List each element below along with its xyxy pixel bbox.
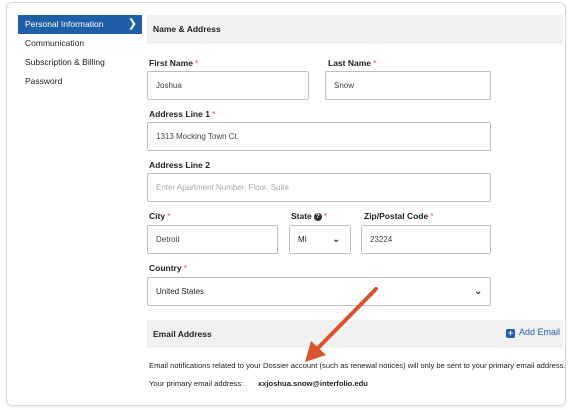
last-name-label: Last Name *	[328, 58, 377, 68]
email-notice-text: Email notifications related to your Doss…	[149, 361, 566, 370]
country-selected-value: United States	[156, 287, 205, 296]
sidebar-item-label: Subscription & Billing	[25, 57, 105, 67]
chevron-down-icon: ⌄	[474, 286, 483, 297]
chevron-right-icon: ❯	[127, 18, 137, 30]
country-select[interactable]: United States ⌄	[147, 277, 491, 306]
sidebar-item-personal-information[interactable]: Personal Information ❯	[18, 15, 142, 34]
chevron-down-icon: ⌄	[332, 234, 341, 245]
sidebar-item-communication[interactable]: Communication	[18, 34, 142, 53]
city-field[interactable]	[147, 225, 278, 254]
sidebar-item-label: Communication	[25, 38, 85, 48]
zip-field[interactable]	[361, 225, 491, 254]
primary-email-label: Your primary email address:	[149, 379, 244, 388]
address-line-1-field[interactable]	[147, 122, 491, 151]
sidebar-item-password[interactable]: Password	[18, 72, 142, 91]
section-title: Name & Address	[153, 24, 221, 34]
sidebar-item-label: Password	[25, 76, 63, 86]
state-select[interactable]: MI ⌄	[289, 225, 351, 254]
primary-email-value: xxjoshua.snow@interfolio.edu	[258, 379, 368, 388]
state-selected-value: MI	[298, 235, 307, 244]
first-name-field[interactable]	[147, 71, 309, 100]
section-header-email-address: Email Address	[147, 320, 563, 348]
sidebar-item-subscription-billing[interactable]: Subscription & Billing	[18, 53, 142, 72]
state-label: State? *	[291, 211, 328, 221]
section-title: Email Address	[153, 329, 212, 339]
zip-label: Zip/Postal Code *	[364, 211, 434, 221]
add-email-label: Add Email	[519, 327, 561, 337]
sidebar-nav: Personal Information ❯ Communication Sub…	[18, 15, 142, 91]
city-label: City *	[149, 211, 171, 221]
sidebar-item-label: Personal Information	[25, 19, 104, 29]
address-line-1-label: Address Line 1 *	[149, 109, 216, 119]
question-circle-icon[interactable]: ?	[313, 213, 322, 221]
plus-square-icon: +	[506, 328, 515, 338]
add-email-button[interactable]: + Add Email	[506, 327, 560, 338]
first-name-label: First Name *	[149, 58, 199, 68]
address-line-2-label: Address Line 2	[149, 160, 210, 170]
address-line-2-field[interactable]	[147, 173, 491, 202]
country-label: Country *	[149, 263, 187, 273]
last-name-field[interactable]	[325, 71, 491, 100]
section-header-name-address: Name & Address	[147, 15, 563, 44]
